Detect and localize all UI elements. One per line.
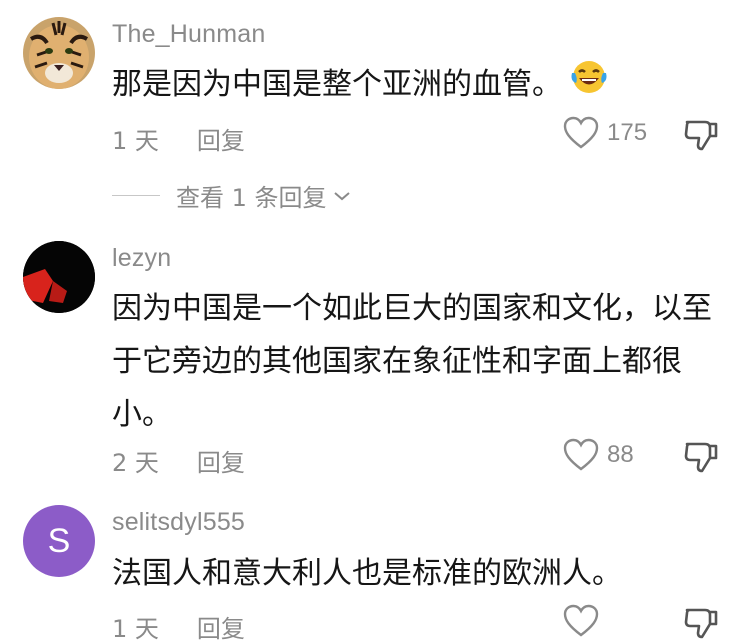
comment-text: 法国人和意大利人也是标准的欧洲人。	[112, 547, 722, 600]
like-button[interactable]: 175	[563, 116, 647, 150]
tiger-avatar-image	[23, 17, 95, 89]
username[interactable]: The_Hunman	[112, 20, 265, 49]
comment-text-line: 于它旁边的其他国家在象征性和字面上都很	[112, 344, 682, 379]
dislike-button[interactable]	[683, 116, 719, 152]
username[interactable]: selitsdyl555	[112, 508, 245, 537]
dislike-button[interactable]	[683, 604, 719, 640]
like-button[interactable]: 88	[563, 438, 634, 472]
username[interactable]: lezyn	[112, 244, 171, 273]
timestamp: 2 天	[112, 449, 159, 477]
heart-icon	[563, 438, 599, 471]
comment-text-content: 法国人和意大利人也是标准的欧洲人。	[112, 556, 622, 591]
like-button[interactable]	[563, 604, 607, 638]
view-replies-button[interactable]: 查看 1 条回复	[112, 178, 351, 213]
comment-meta: 2 天 回复	[112, 443, 245, 478]
laughing-tears-emoji-icon	[570, 59, 608, 112]
heart-icon	[563, 604, 599, 637]
comment-text-line: 因为中国是一个如此巨大的国家和文化，以至	[112, 291, 712, 326]
avatar[interactable]	[23, 17, 95, 89]
avatar-letter: S	[47, 521, 71, 560]
chevron-down-icon	[333, 191, 350, 200]
view-replies-label: 查看 1 条回复	[176, 184, 327, 212]
reply-button[interactable]: 回复	[197, 443, 245, 478]
thumbs-down-icon	[684, 608, 718, 639]
comment-meta: 1 天 回复	[112, 121, 245, 156]
heart-icon	[563, 116, 599, 149]
like-count: 88	[607, 441, 634, 468]
comment-text-content: 那是因为中国是整个亚洲的血管。	[112, 67, 562, 102]
thumbs-down-icon	[684, 120, 718, 151]
comment-meta: 1 天 回复	[112, 609, 245, 644]
comment-text: 因为中国是一个如此巨大的国家和文化，以至 于它旁边的其他国家在象征性和字面上都很…	[112, 282, 722, 441]
thumbs-down-icon	[684, 442, 718, 473]
comment-text-line: 小。	[112, 397, 172, 432]
dislike-button[interactable]	[683, 438, 719, 474]
timestamp: 1 天	[112, 127, 159, 155]
avatar[interactable]	[23, 241, 95, 313]
like-count: 175	[607, 119, 648, 146]
divider-line	[112, 195, 160, 196]
timestamp: 1 天	[112, 615, 159, 643]
reply-button[interactable]: 回复	[197, 121, 245, 156]
reply-button[interactable]: 回复	[197, 609, 245, 644]
avatar[interactable]: S	[23, 505, 95, 577]
red-black-avatar-image	[23, 241, 95, 313]
comment-text: 那是因为中国是整个亚洲的血管。	[112, 58, 722, 112]
